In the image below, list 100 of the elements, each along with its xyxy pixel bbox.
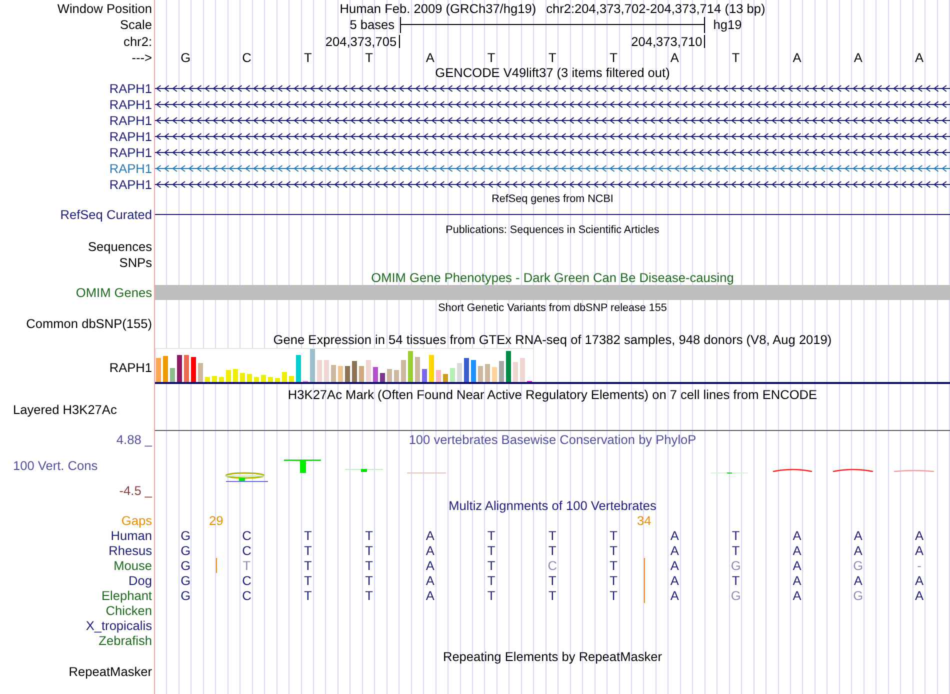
aligned-base: G — [853, 588, 864, 603]
alignment-row-label: Dog — [128, 573, 152, 588]
expression-bar — [415, 357, 420, 382]
aligned-base: T — [304, 528, 312, 543]
expression-bar — [324, 360, 329, 382]
conservation-mark — [832, 468, 874, 472]
track-label: RAPH1 — [109, 128, 152, 144]
expression-bar — [163, 356, 168, 382]
aligned-base: T — [732, 543, 740, 558]
expression-bar — [352, 361, 357, 382]
expression-bar — [366, 360, 371, 382]
alignment-row-label: Elephant — [101, 588, 152, 603]
expression-bar — [436, 370, 441, 382]
aligned-base: A — [670, 543, 679, 558]
conservation-mark — [710, 472, 748, 474]
aligned-base: C — [548, 558, 558, 573]
expression-bar — [275, 378, 280, 382]
expression-bar — [401, 360, 406, 382]
aligned-base: T — [732, 528, 740, 543]
expression-bar — [506, 351, 511, 382]
aligned-base: A — [792, 588, 802, 603]
expression-bar — [170, 368, 175, 382]
expression-bar — [317, 360, 322, 382]
aligned-base: T — [487, 558, 496, 573]
aligned-base: T — [304, 558, 312, 573]
aligned-base: G — [853, 558, 864, 573]
expression-bar — [492, 367, 497, 382]
gap-count: 34 — [637, 513, 652, 528]
expression-bar — [261, 375, 266, 382]
track-label: Common dbSNP(155) — [26, 316, 152, 331]
coordinate-label: 204,373,705 — [325, 34, 397, 49]
aligned-base: A — [792, 558, 802, 573]
aligned-base: C — [242, 543, 252, 558]
expression-bar — [247, 374, 252, 382]
expression-bar — [156, 358, 161, 382]
aligned-base: G — [180, 558, 191, 573]
axis-min-label: -4.5 _ — [119, 483, 152, 498]
track-title: GENCODE V49lift37 (3 items filtered out) — [435, 64, 670, 80]
aligned-base: C — [242, 528, 252, 543]
assembly-label: hg19 — [713, 17, 742, 32]
aligned-base: G — [180, 573, 191, 588]
aligned-base: A — [670, 528, 679, 543]
tick-mark — [704, 35, 706, 48]
alignment-row-label: X_tropicalis — [86, 618, 152, 633]
track-label: RAPH1 — [109, 80, 152, 96]
expression-bar — [226, 370, 231, 382]
conservation-mark — [284, 460, 321, 473]
aligned-base: A — [914, 588, 924, 603]
track-title: Repeating Elements by RepeatMasker — [442, 648, 662, 664]
expression-bar — [520, 358, 525, 382]
expression-bar — [513, 362, 518, 382]
insertion-mark — [216, 558, 217, 573]
aligned-base: A — [426, 588, 434, 603]
expression-bar — [464, 358, 469, 382]
track-title: Publications: Sequences in Scientific Articles — [446, 222, 660, 238]
base-letter: A — [854, 50, 862, 65]
aligned-base: A — [914, 573, 924, 588]
track-label: RAPH1 — [109, 160, 152, 176]
aligned-base: T — [304, 573, 312, 588]
aligned-base: T — [304, 543, 312, 558]
track-label: Layered H3K27Ac — [13, 402, 117, 417]
base-letter: A — [426, 50, 434, 65]
aligned-base: T — [304, 588, 312, 603]
track-title: RefSeq genes from NCBI — [492, 192, 614, 207]
aligned-base: G — [730, 558, 741, 573]
conservation-mark — [894, 470, 934, 472]
base-letter: T — [610, 50, 618, 65]
aligned-base: A — [854, 573, 862, 588]
position-text: chr2:204,373,702-204,373,714 (13 bp) — [546, 0, 766, 16]
aligned-base: T — [610, 558, 618, 573]
alignment-row-label: Zebrafish — [98, 633, 152, 648]
aligned-base: T — [610, 543, 618, 558]
tick-mark — [398, 35, 400, 48]
aligned-base: T — [610, 573, 618, 588]
aligned-base: C — [242, 573, 252, 588]
aligned-base: A — [914, 543, 924, 558]
aligned-base: A — [426, 558, 434, 573]
scale-text: 5 bases — [350, 17, 395, 32]
expression-bar — [345, 366, 350, 382]
base-letter: A — [670, 50, 679, 65]
aligned-base: A — [914, 528, 924, 543]
conservation-mark — [344, 469, 384, 472]
track-label: 100 Vert. Cons — [13, 458, 98, 472]
axis-max-label: 4.88 _ — [116, 432, 152, 447]
base-letter: C — [242, 50, 252, 65]
conservation-mark — [772, 468, 812, 472]
expression-bar — [471, 360, 476, 382]
expression-bar — [450, 368, 455, 382]
conservation-mark — [406, 472, 446, 474]
expression-bar — [499, 361, 504, 382]
base-letter: T — [365, 50, 373, 65]
assembly-name: Human Feb. 2009 (GRCh37/hg19) — [340, 0, 536, 16]
track-label: RepeatMasker — [68, 664, 152, 679]
aligned-base: G — [730, 588, 741, 603]
aligned-base: A — [792, 543, 802, 558]
expression-bar — [219, 377, 224, 382]
expression-bar — [282, 372, 287, 382]
expression-bar — [443, 374, 448, 382]
aligned-base: A — [854, 543, 862, 558]
aligned-base: A — [426, 528, 434, 543]
